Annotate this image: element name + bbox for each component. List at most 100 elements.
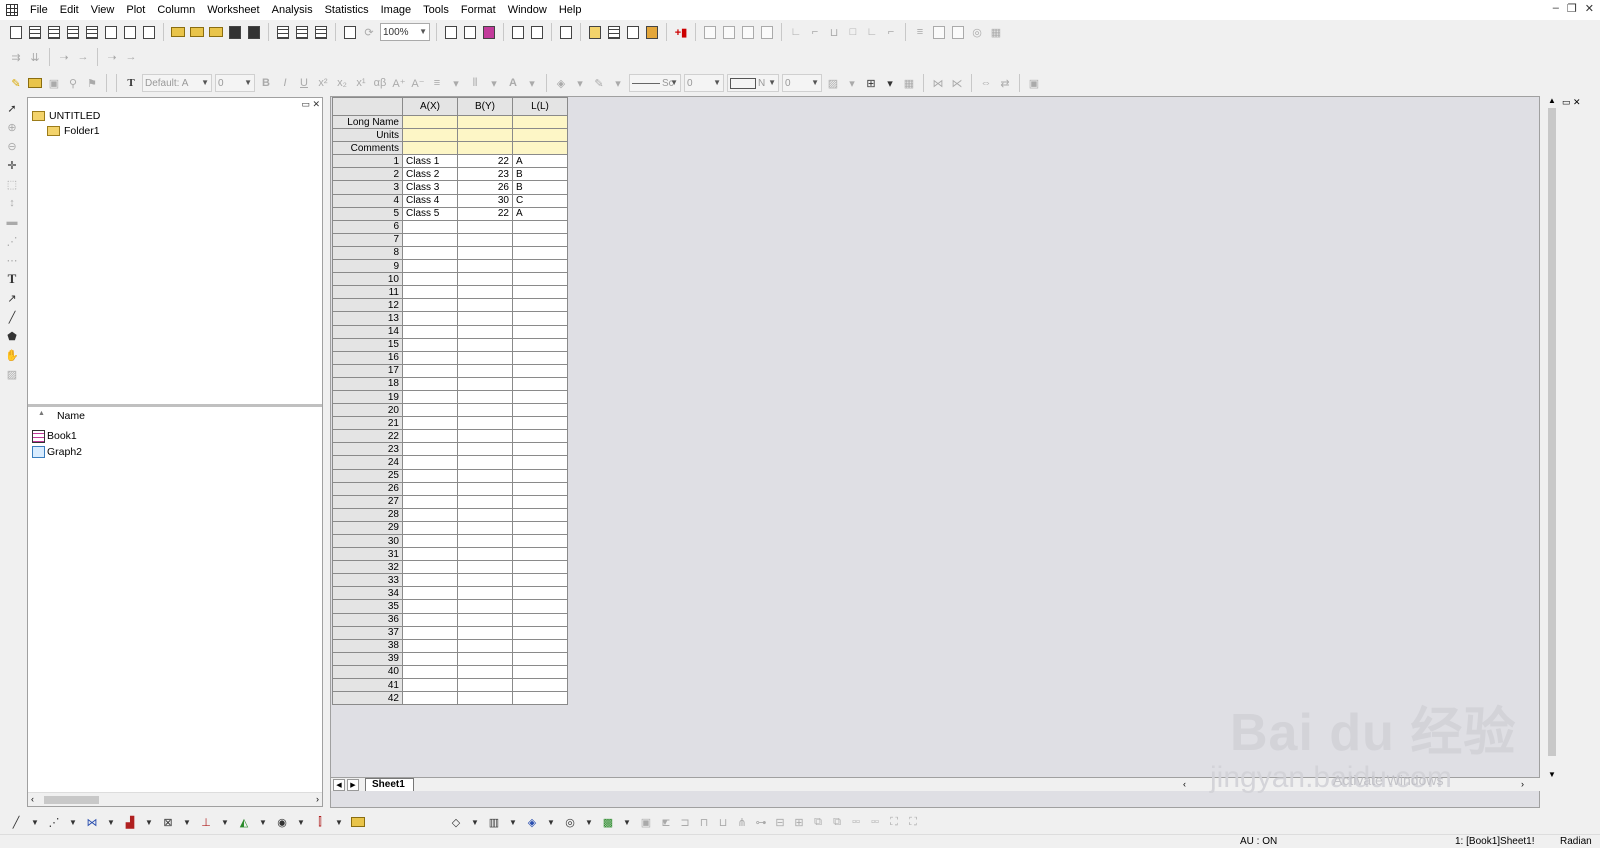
menu-analysis[interactable]: Analysis bbox=[266, 0, 319, 20]
3d-plot-icon[interactable]: ◇ bbox=[448, 814, 464, 830]
list-item-graph2[interactable]: Graph2 bbox=[32, 444, 82, 460]
cell-b[interactable] bbox=[457, 245, 513, 261]
cell-a[interactable] bbox=[402, 272, 458, 287]
cell-a[interactable] bbox=[402, 245, 458, 261]
save-template-icon[interactable] bbox=[246, 24, 262, 40]
cell-l[interactable] bbox=[512, 507, 568, 522]
cell-l[interactable] bbox=[512, 586, 568, 601]
move-left-icon[interactable]: ➝ bbox=[104, 49, 120, 65]
region-icon[interactable]: ⋰ bbox=[3, 233, 21, 249]
new-matrix-icon[interactable] bbox=[65, 24, 81, 40]
cell-b[interactable] bbox=[457, 429, 513, 444]
cell-b[interactable] bbox=[457, 691, 513, 706]
increase-font-icon[interactable]: A⁺ bbox=[391, 75, 407, 91]
cell-a[interactable] bbox=[402, 442, 458, 457]
cell-b[interactable] bbox=[457, 455, 513, 470]
cell-l[interactable] bbox=[512, 468, 568, 483]
unmerge-icon[interactable]: ⋉ bbox=[949, 75, 965, 91]
close-icon[interactable]: ✕ bbox=[1585, 2, 1594, 15]
row-header[interactable]: 10 bbox=[332, 272, 403, 287]
menu-plot[interactable]: Plot bbox=[120, 0, 151, 20]
pattern-icon[interactable]: ▨ bbox=[825, 75, 841, 91]
row-header[interactable]: 22 bbox=[332, 429, 403, 444]
cell[interactable] bbox=[402, 128, 458, 143]
cell-l[interactable] bbox=[512, 494, 568, 509]
cell-b[interactable] bbox=[457, 298, 513, 313]
row-header[interactable]: 41 bbox=[332, 678, 403, 693]
cell-l[interactable] bbox=[512, 678, 568, 693]
cell-l[interactable] bbox=[512, 416, 568, 431]
draw-data-tool-icon[interactable]: ⋯ bbox=[3, 252, 21, 268]
stack-icon-2[interactable] bbox=[931, 24, 947, 40]
cell-l[interactable]: B bbox=[512, 180, 568, 195]
axis-icon-3[interactable]: ⊔ bbox=[826, 24, 842, 40]
row-header[interactable]: 6 bbox=[332, 219, 403, 234]
row-header[interactable]: 12 bbox=[332, 298, 403, 313]
menu-statistics[interactable]: Statistics bbox=[319, 0, 375, 20]
superscript-icon[interactable]: x² bbox=[315, 75, 331, 91]
cell-a[interactable] bbox=[402, 651, 458, 666]
cell-l[interactable] bbox=[512, 625, 568, 640]
scroll-thumb[interactable] bbox=[44, 796, 99, 804]
draw-data-icon[interactable]: ✎ bbox=[8, 75, 24, 91]
cell-l[interactable]: B bbox=[512, 167, 568, 182]
scroll-left-icon[interactable]: ‹ bbox=[31, 794, 34, 804]
cell-a[interactable] bbox=[402, 376, 458, 391]
hand-tool-icon[interactable]: ✋ bbox=[3, 347, 21, 363]
supersub-icon[interactable]: x¹ bbox=[353, 75, 369, 91]
export-graph-icon[interactable] bbox=[462, 24, 478, 40]
cell-l[interactable] bbox=[512, 311, 568, 326]
column-header-a[interactable]: A(X) bbox=[402, 97, 458, 116]
panel-controls[interactable]: ▭ ✕ bbox=[1562, 97, 1581, 108]
axis-icon-1[interactable]: ∟ bbox=[788, 24, 804, 40]
row-header[interactable]: 42 bbox=[332, 691, 403, 706]
cell-a[interactable] bbox=[402, 481, 458, 496]
chevron-down-icon[interactable]: ▼ bbox=[27, 814, 43, 830]
chevron-down-icon[interactable]: ▼ bbox=[467, 814, 483, 830]
row-header[interactable]: 38 bbox=[332, 638, 403, 653]
menu-edit[interactable]: Edit bbox=[54, 0, 85, 20]
row-header-units[interactable]: Units bbox=[332, 128, 403, 143]
cell-l[interactable] bbox=[512, 259, 568, 274]
font-combo[interactable]: Default: A ▼ bbox=[142, 74, 212, 92]
cell-b[interactable] bbox=[457, 324, 513, 339]
minimize-icon[interactable]: – bbox=[1553, 2, 1559, 15]
menu-image[interactable]: Image bbox=[375, 0, 418, 20]
menu-column[interactable]: Column bbox=[151, 0, 201, 20]
cell[interactable] bbox=[457, 141, 513, 156]
data-selector-icon[interactable]: ↕ bbox=[3, 195, 21, 211]
row-header-comments[interactable]: Comments bbox=[332, 141, 403, 156]
row-header[interactable]: 26 bbox=[332, 481, 403, 496]
stack-icon-1[interactable]: ≡ bbox=[912, 24, 928, 40]
row-header[interactable]: 28 bbox=[332, 507, 403, 522]
border-icon[interactable]: ⊞ bbox=[863, 75, 879, 91]
data-reader-tool-icon[interactable]: ✛ bbox=[3, 157, 21, 173]
new-project-icon[interactable] bbox=[8, 24, 24, 40]
print-icon[interactable] bbox=[443, 24, 459, 40]
cell-b[interactable]: 22 bbox=[457, 154, 513, 169]
chevron-down-icon[interactable]: ▼ bbox=[293, 814, 309, 830]
chevron-down-icon[interactable]: ▼ bbox=[255, 814, 271, 830]
axis-icon-5[interactable]: ∟ bbox=[864, 24, 880, 40]
ungroup-icon[interactable]: ▫▫ bbox=[867, 814, 883, 830]
cell-a[interactable]: Class 2 bbox=[402, 167, 458, 182]
screen-reader-icon[interactable]: ▣ bbox=[46, 75, 62, 91]
row-header[interactable]: 13 bbox=[332, 311, 403, 326]
wrap-icon[interactable]: ⇔ bbox=[978, 75, 994, 91]
cell-a[interactable] bbox=[402, 455, 458, 470]
line-tool-icon[interactable]: ╱ bbox=[3, 309, 21, 325]
add-app-icon[interactable]: +▮ bbox=[673, 24, 689, 40]
mask-tool-icon[interactable]: ▬ bbox=[3, 214, 21, 230]
italic-button[interactable]: I bbox=[277, 75, 293, 91]
subscript-icon[interactable]: x₂ bbox=[334, 75, 350, 91]
new-layout-icon[interactable] bbox=[103, 24, 119, 40]
list-item-book1[interactable]: Book1 bbox=[32, 428, 82, 444]
columns-icon[interactable]: ⦀ bbox=[467, 75, 483, 91]
cell-b[interactable] bbox=[457, 586, 513, 601]
cell-a[interactable] bbox=[402, 285, 458, 300]
row-header[interactable]: 32 bbox=[332, 560, 403, 575]
cell-l[interactable] bbox=[512, 573, 568, 588]
cell-a[interactable] bbox=[402, 311, 458, 326]
polar-icon[interactable]: ◎ bbox=[969, 24, 985, 40]
cell-a[interactable] bbox=[402, 533, 458, 549]
